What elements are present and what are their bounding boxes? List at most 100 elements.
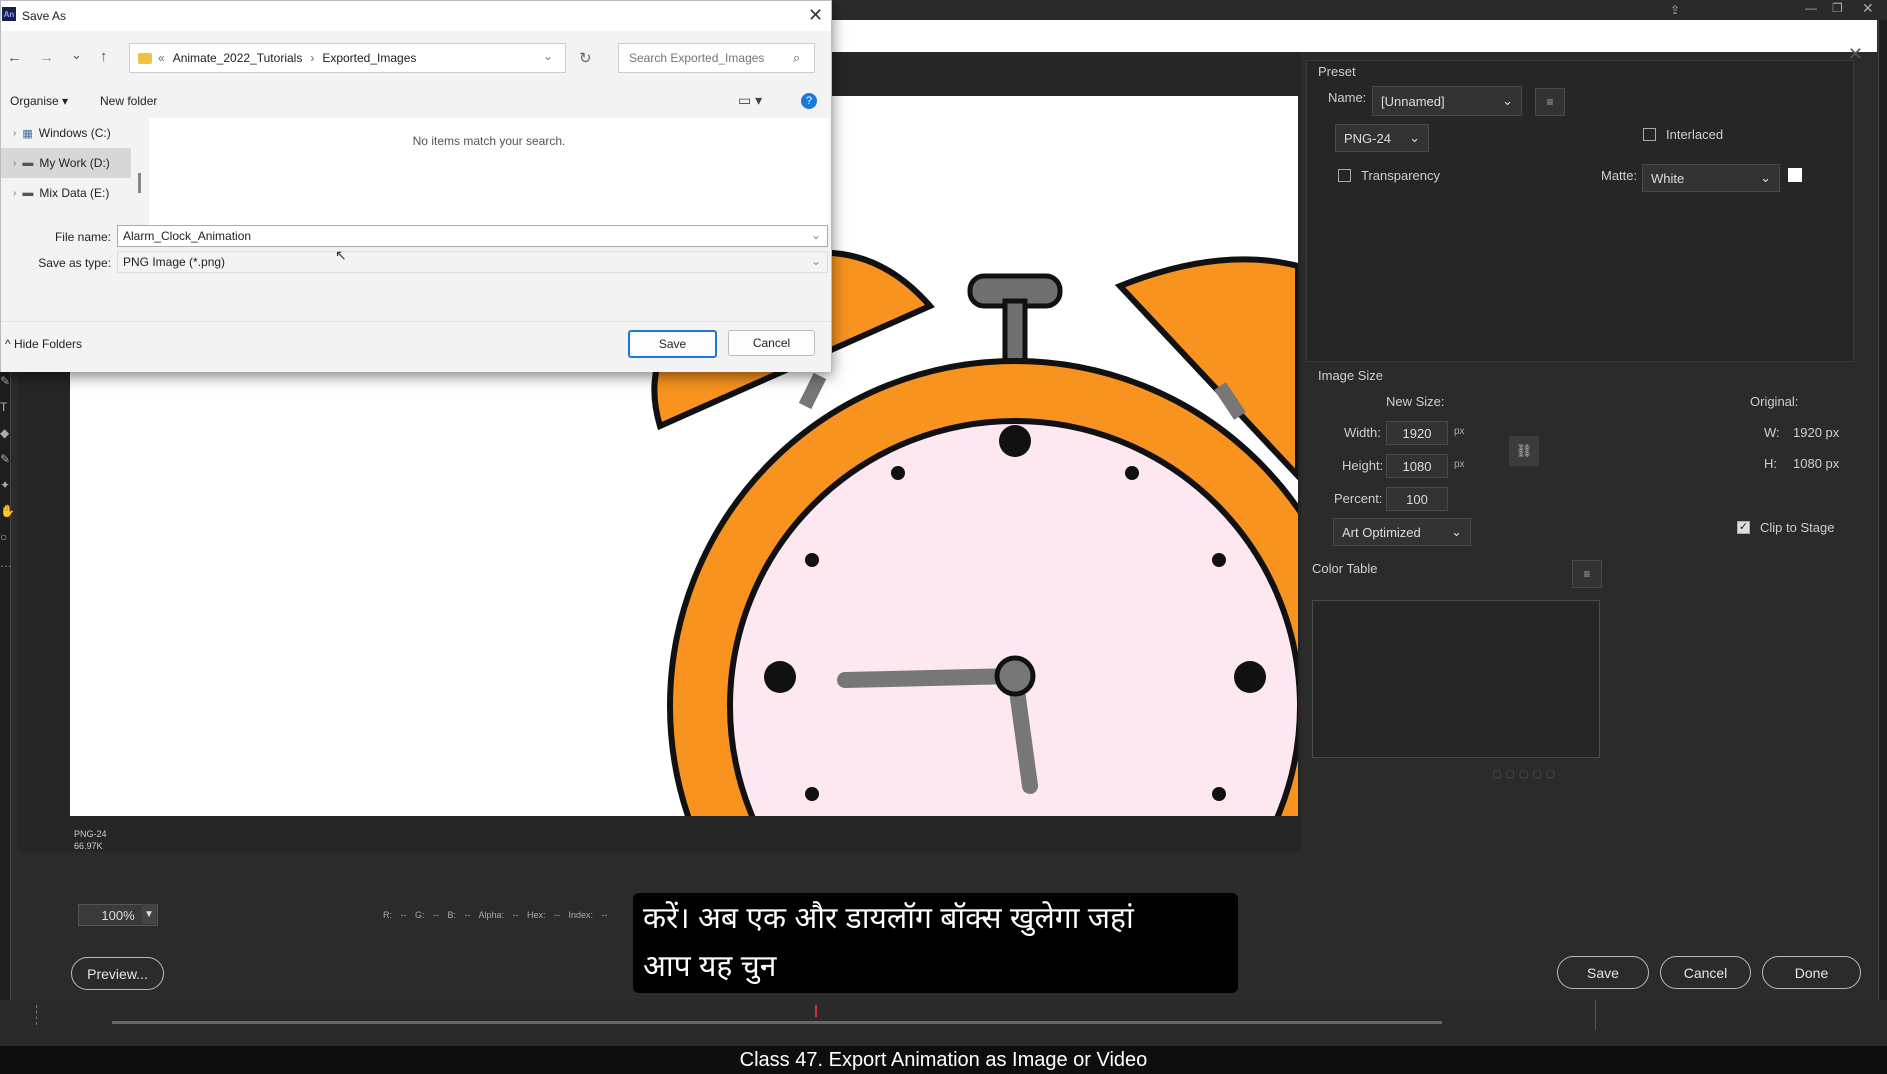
recent-locations-chevron-icon[interactable]: ⌄ xyxy=(71,47,82,63)
save-as-type-label: Save as type: xyxy=(38,256,111,270)
color-table-grid xyxy=(1312,600,1600,758)
save-button[interactable]: Save xyxy=(1557,956,1649,989)
pin-tool-icon[interactable]: ✦ xyxy=(0,478,14,492)
interlaced-checkbox[interactable] xyxy=(1643,128,1656,141)
pen-tool-icon[interactable]: ✎ xyxy=(0,374,14,388)
class-title: Class 47. Export Animation as Image or V… xyxy=(739,1048,1148,1071)
search-input[interactable] xyxy=(627,50,791,66)
file-list: No items match your search. xyxy=(149,118,829,228)
zoom-tool-icon[interactable]: ○ xyxy=(0,530,14,544)
hand-tool-icon[interactable]: ✋ xyxy=(0,504,15,518)
expand-chevron-icon: › xyxy=(13,157,17,169)
name-label: Name: xyxy=(1328,90,1367,105)
save-as-type-value: PNG Image (*.png) xyxy=(123,255,226,269)
chevron-down-icon: ⌄ xyxy=(1502,93,1513,108)
forward-arrow-icon[interactable]: → xyxy=(39,49,54,66)
original-width-label: W: xyxy=(1764,425,1780,440)
refresh-icon[interactable]: ↻ xyxy=(579,49,592,67)
color-table-menu-icon[interactable]: ≡ xyxy=(1572,560,1602,588)
height-input[interactable]: 1080 xyxy=(1386,454,1448,478)
marker-12 xyxy=(999,425,1031,457)
nav-item-mix-data-e[interactable]: › ▬ Mix Data (E:) xyxy=(1,178,131,208)
preset-name-select[interactable]: [Unnamed] ⌄ xyxy=(1372,86,1522,116)
hide-folders-toggle[interactable]: ^ Hide Folders xyxy=(5,337,82,351)
nav-item-my-work-d[interactable]: › ▬ My Work (D:) xyxy=(1,148,131,178)
playhead-marker[interactable] xyxy=(815,1005,817,1017)
drive-windows-icon: ▦ xyxy=(22,127,33,140)
view-options-icon[interactable]: ▭ ▾ xyxy=(738,92,762,109)
width-input[interactable]: 1920 xyxy=(1386,421,1448,445)
save-as-type-select[interactable]: PNG Image (*.png) ⌄ xyxy=(117,251,828,273)
help-icon[interactable]: ? xyxy=(801,93,817,109)
save-as-dialog: An Save As ✕ ← → ⌄ ↑ « Animate_2022_Tuto… xyxy=(0,0,832,372)
marker-1 xyxy=(1125,466,1139,480)
path-part-2[interactable]: Exported_Images xyxy=(322,51,416,65)
pencil-tool-icon[interactable]: ✎ xyxy=(0,452,14,466)
chevron-down-icon[interactable]: ⌄ xyxy=(811,254,821,268)
original-label: Original: xyxy=(1750,394,1799,409)
timeline-grip-icon[interactable] xyxy=(36,1005,51,1025)
file-name-input[interactable]: Alarm_Clock_Animation ⌄ xyxy=(117,225,828,247)
file-name-value: Alarm_Clock_Animation xyxy=(123,229,252,243)
paint-bucket-icon[interactable]: ◆ xyxy=(0,426,14,440)
search-icon[interactable]: ⌕ xyxy=(793,50,800,66)
cancel-button[interactable]: Cancel xyxy=(1660,956,1751,989)
path-part-1[interactable]: Animate_2022_Tutorials xyxy=(173,51,303,65)
clip-to-stage-checkbox[interactable]: ✓ xyxy=(1737,521,1750,534)
export-settings-panel: Preset Name: [Unnamed] ⌄ ≡ PNG-24 ⌄ Inte… xyxy=(1306,52,1876,922)
search-field[interactable]: ⌕ xyxy=(618,43,815,73)
color-table-tools: ▢▢▢▢▢ xyxy=(1492,769,1560,780)
original-width-value: 1920 px xyxy=(1793,425,1840,440)
matte-color-swatch[interactable] xyxy=(1788,168,1802,182)
path-overflow[interactable]: « xyxy=(158,51,165,65)
marker-3 xyxy=(1234,661,1266,693)
path-separator: › xyxy=(310,51,315,65)
percent-input[interactable]: 100 xyxy=(1386,487,1448,511)
preset-menu-icon[interactable]: ≡ xyxy=(1535,88,1565,116)
minimize-icon[interactable]: — xyxy=(1805,1,1817,15)
format-select[interactable]: PNG-24 ⌄ xyxy=(1335,124,1429,152)
nav-pane-scrollbar[interactable] xyxy=(138,173,141,193)
preview-button[interactable]: Preview... xyxy=(71,957,164,990)
percent-value: 100 xyxy=(1406,491,1428,507)
app-close-icon[interactable]: ✕ xyxy=(1862,0,1874,17)
clip-to-stage-label: Clip to Stage xyxy=(1760,520,1835,535)
back-arrow-icon[interactable]: ← xyxy=(7,49,22,66)
constrain-link-icon[interactable]: ⛓ xyxy=(1509,436,1539,466)
new-folder-button[interactable]: New folder xyxy=(100,94,157,108)
zoom-value: 100% xyxy=(101,907,135,923)
done-button[interactable]: Done xyxy=(1762,956,1861,989)
drive-icon: ▬ xyxy=(22,187,34,199)
optimize-value: Art Optimized xyxy=(1342,524,1421,540)
marker-4 xyxy=(1212,787,1226,801)
interlaced-label: Interlaced xyxy=(1666,127,1724,142)
path-dropdown-icon[interactable]: ⌄ xyxy=(543,49,553,63)
timeline-scrollbar[interactable] xyxy=(112,1021,1442,1024)
percent-label: Percent: xyxy=(1334,491,1383,506)
text-tool-icon[interactable]: T xyxy=(0,400,14,414)
more-tools-icon[interactable]: … xyxy=(0,556,14,570)
marker-2 xyxy=(1212,553,1226,567)
matte-label: Matte: xyxy=(1601,168,1638,183)
dialog-close-icon[interactable]: ✕ xyxy=(808,5,823,26)
matte-select[interactable]: White ⌄ xyxy=(1642,164,1780,192)
dialog-title: Save As xyxy=(22,9,67,23)
restore-icon[interactable]: ❐ xyxy=(1832,1,1843,15)
dialog-save-button[interactable]: Save xyxy=(628,330,717,358)
zoom-dropdown-arrow-icon[interactable]: ▼ xyxy=(142,904,156,924)
chevron-down-icon[interactable]: ⌄ xyxy=(811,228,821,242)
mouse-cursor-icon: ↖ xyxy=(335,247,347,263)
dialog-cancel-button[interactable]: Cancel xyxy=(728,330,815,356)
format-value: PNG-24 xyxy=(1344,130,1391,146)
transparency-checkbox[interactable] xyxy=(1338,169,1351,182)
hands-pivot xyxy=(994,655,1036,697)
nav-item-windows-c[interactable]: › ▦ Windows (C:) xyxy=(1,118,131,148)
share-icon[interactable]: ⇪ xyxy=(1670,3,1680,17)
navigation-pane: › ▦ Windows (C:) › ▬ My Work (D:) › ▬ Mix Data… xyxy=(1,118,131,208)
organise-menu[interactable]: Organise ▾ xyxy=(10,94,68,108)
optimize-select[interactable]: Art Optimized ⌄ xyxy=(1333,518,1471,546)
up-arrow-icon[interactable]: ↑ xyxy=(100,48,108,65)
drive-icon: ▬ xyxy=(22,157,34,169)
address-bar[interactable]: « Animate_2022_Tutorials › Exported_Imag… xyxy=(129,43,566,73)
animate-app-icon: An xyxy=(2,7,16,21)
